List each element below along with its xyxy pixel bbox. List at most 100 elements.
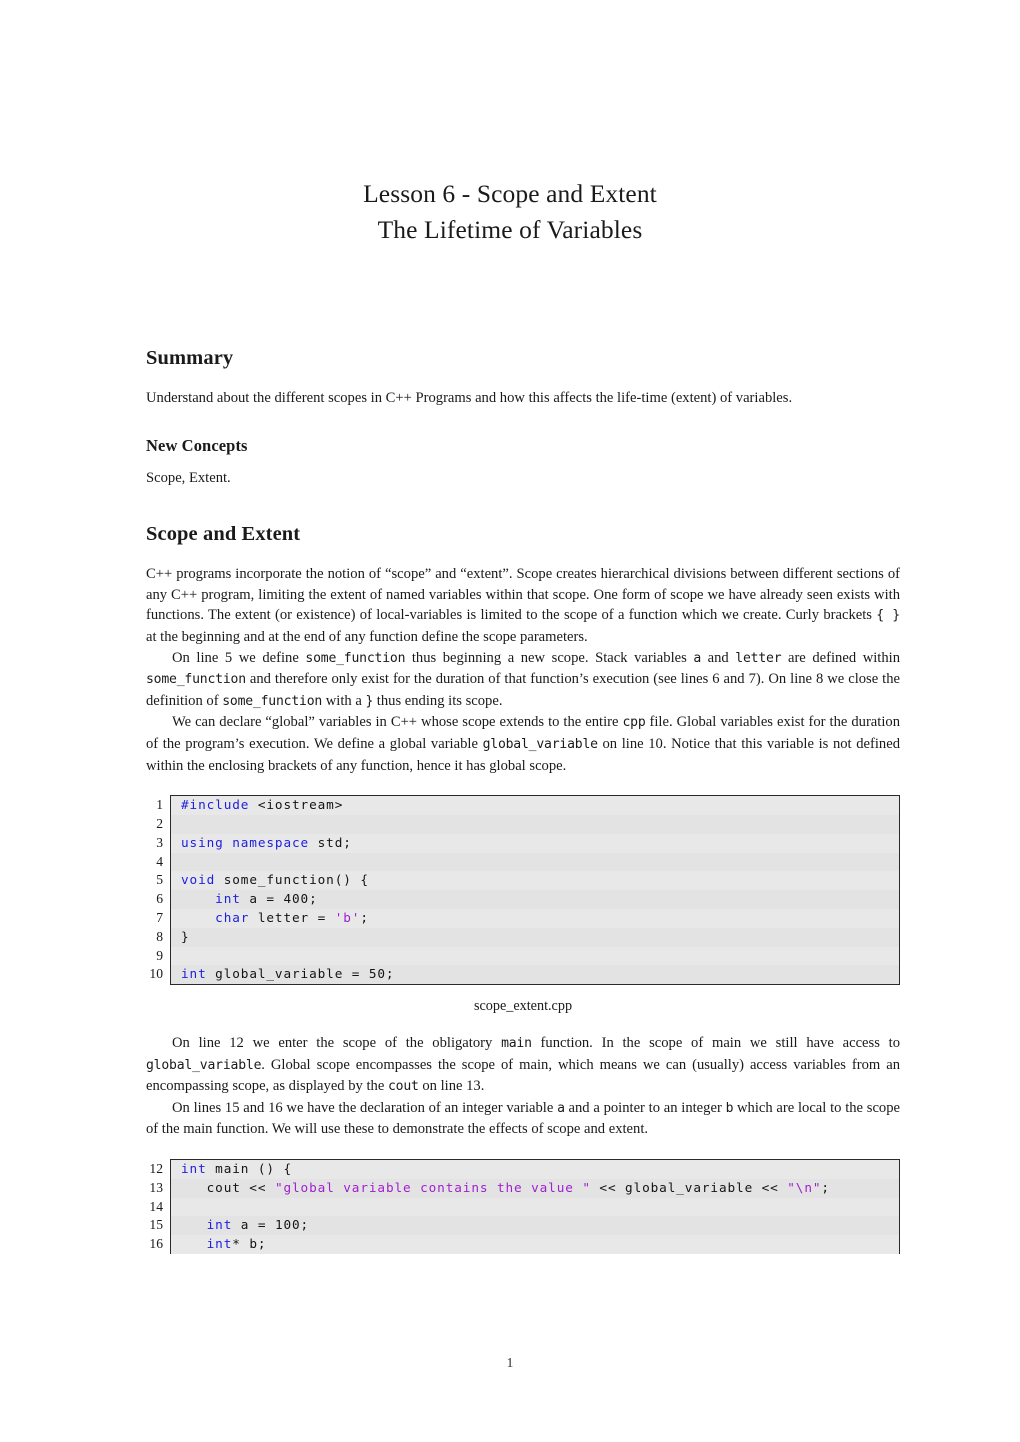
title-line-2: The Lifetime of Variables	[377, 215, 643, 244]
code-line: 3 using namespace std;	[156, 834, 899, 853]
code-token: using namespace	[181, 834, 318, 850]
code-line: 5 void some_function() {	[156, 871, 899, 890]
inline-code: some_function	[146, 672, 246, 688]
code-token: global_variable = 50;	[206, 966, 395, 982]
code-token: "global variable contains the value "	[274, 1179, 591, 1195]
inline-code: global_variable	[482, 736, 598, 752]
code-token: main () {	[206, 1161, 293, 1177]
code-block-2: 12 int main () {13 cout << "global variab…	[149, 1159, 900, 1255]
line-number: 8	[156, 928, 163, 944]
document-title: Lesson 6 - Scope and Extent The Lifetime…	[0, 176, 1020, 248]
line-number: 14	[149, 1198, 163, 1214]
heading-summary: Summary	[146, 347, 234, 369]
line-number: 12	[149, 1161, 163, 1177]
page-number: 1	[506, 1355, 514, 1370]
code-token: a = 100;	[232, 1217, 310, 1233]
code-token: std;	[317, 834, 352, 850]
code-line: 12 int main () {	[149, 1160, 899, 1179]
code-token: int	[206, 1217, 233, 1233]
code-line: 13 cout << "global variable contains the…	[149, 1178, 899, 1198]
heading-scope-and-extent: Scope and Extent	[146, 523, 301, 546]
line-number: 2	[156, 815, 163, 831]
text-run: On lines 15 and 16 we have the declarati…	[172, 1099, 558, 1116]
code-line: 9	[156, 947, 899, 966]
scope-paragraph-2: On line 5 we define some_function thus b…	[146, 648, 900, 713]
code-token: 'b'	[334, 909, 361, 925]
inline-code: some_function	[305, 650, 406, 666]
code-line: 14	[149, 1198, 899, 1217]
line-number: 9	[156, 947, 163, 963]
scope-paragraph-4: On line 12 we enter the scope of the obl…	[146, 1033, 900, 1098]
line-number: 5	[156, 872, 163, 888]
code-token: <iostream>	[257, 797, 344, 813]
code-token: "\n"	[787, 1179, 822, 1195]
inline-code: main	[501, 1036, 532, 1052]
line-number: 3	[156, 834, 163, 850]
code-token: int	[181, 1161, 207, 1177]
scope-paragraph-3: We can declare “global” variables in C++…	[146, 712, 900, 776]
text-run: On line 12 we enter the scope of the obl…	[172, 1035, 502, 1052]
code-line: 10 int global_variable = 50;	[149, 965, 899, 985]
code-line: 15 int a = 100;	[149, 1216, 899, 1236]
code-token: #include	[181, 797, 258, 813]
text-run: C++ programs incorporate the notion of “…	[146, 566, 900, 624]
code-token: void	[181, 872, 224, 888]
code-line: 16 int* b;	[149, 1235, 899, 1254]
new-concepts-paragraph: Scope, Extent.	[146, 469, 231, 486]
code-line: 2	[156, 814, 899, 834]
code-block-1: 1 #include <iostream> 2 3 using namespace st…	[149, 795, 900, 986]
code-token: int	[181, 966, 207, 982]
code-token: << global_variable <<	[590, 1179, 788, 1195]
line-number: 6	[156, 891, 163, 907]
inline-code: a	[693, 650, 702, 666]
code-line: 8}	[156, 927, 899, 947]
code-token: int	[215, 891, 241, 907]
code-listing-1: 1 #include <iostream> 2 3 using namespace st…	[146, 795, 900, 1016]
listing-caption-1: scope_extent.cpp	[473, 998, 573, 1015]
code-token: ;	[360, 909, 369, 925]
code-token: a = 400;	[240, 891, 318, 907]
text-run: with a	[322, 692, 366, 709]
code-token: letter =	[249, 909, 335, 925]
text-run: and a pointer to an integer	[564, 1099, 726, 1116]
code-token: char	[215, 909, 250, 925]
summary-paragraph: Understand about the different scopes in…	[146, 390, 793, 406]
text-run: and	[701, 649, 736, 666]
line-number: 1	[156, 797, 163, 813]
code-line: 4	[156, 852, 899, 872]
document-body: Summary Understand about the different s…	[146, 345, 900, 1255]
inline-code: letter	[735, 650, 782, 666]
document-page: Lesson 6 - Scope and Extent The Lifetime…	[0, 0, 1020, 1442]
title-line-1: Lesson 6 - Scope and Extent	[363, 179, 657, 208]
code-token: }	[181, 928, 190, 944]
inline-code: cout	[387, 1079, 419, 1095]
line-number: 15	[149, 1217, 163, 1233]
text-run: on line 13.	[418, 1078, 485, 1095]
code-listing-2: 12 int main () {13 cout << "global variab…	[146, 1159, 900, 1255]
text-run: function. In the scope of main we still …	[531, 1035, 900, 1052]
text-run: at the beginning and at the end of any f…	[146, 628, 588, 645]
code-token: int	[206, 1236, 233, 1252]
line-number: 10	[149, 966, 163, 982]
scope-paragraph-5: On lines 15 and 16 we have the declarati…	[146, 1098, 900, 1140]
code-token: * b;	[232, 1236, 267, 1252]
inline-code: global_variable	[146, 1057, 262, 1073]
inline-code: some_function	[222, 693, 323, 709]
line-number: 13	[149, 1179, 163, 1195]
inline-code: a	[557, 1100, 565, 1116]
text-run: thus beginning a new scope. Stack variab…	[405, 649, 694, 666]
code-line: 7 char letter = 'b';	[156, 909, 899, 928]
text-run: We can declare “global” variables in C++…	[172, 714, 623, 731]
heading-new-concepts: New Concepts	[146, 435, 248, 455]
text-run: thus ending its scope.	[373, 692, 503, 709]
line-number: 7	[156, 909, 163, 925]
